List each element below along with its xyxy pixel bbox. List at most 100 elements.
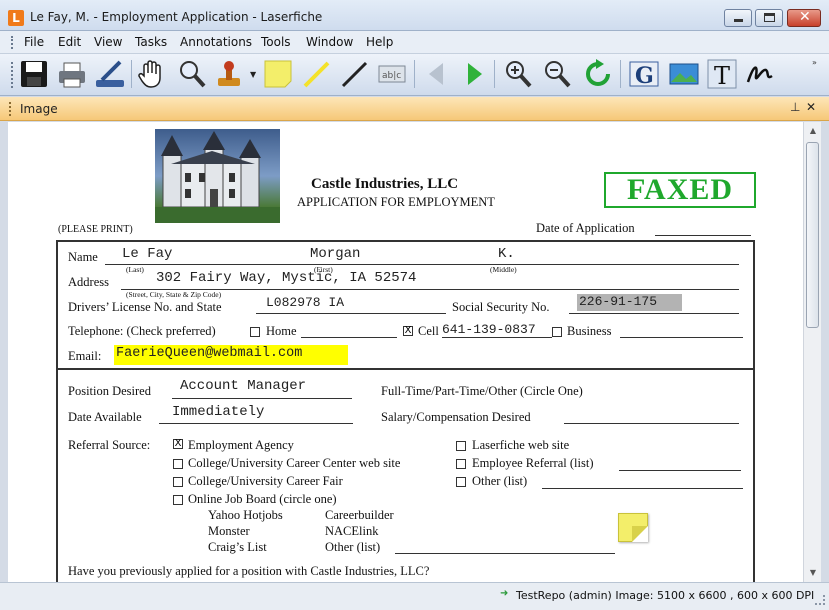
image-panel-header: Image ⊥ ✕ <box>0 97 829 121</box>
vertical-scrollbar[interactable]: ▲ ▼ <box>803 122 821 582</box>
minimize-button[interactable] <box>724 9 752 27</box>
employee-referral-line <box>619 470 741 471</box>
license-value: L082978 IA <box>266 295 345 310</box>
signature-icon <box>746 66 773 83</box>
panel-close-icon[interactable]: ✕ <box>806 100 816 114</box>
chevron-down-icon[interactable]: ▼ <box>250 70 256 79</box>
board-other-line <box>395 553 615 554</box>
sticky-note-annotation[interactable] <box>618 513 648 542</box>
toolbar: ▼ ab|c G T » <box>0 54 829 96</box>
image-view-button[interactable] <box>668 58 700 90</box>
other-referral-checkbox[interactable] <box>456 477 466 487</box>
faxed-stamp: FAXED <box>604 172 756 208</box>
title-bar: L Le Fay, M. - Employment Application - … <box>0 0 829 31</box>
board-nacelink: NACElink <box>325 524 379 538</box>
referral-source-label: Referral Source: <box>68 438 151 452</box>
sticky-note-fold-icon <box>632 526 648 542</box>
pen-button[interactable] <box>338 58 370 90</box>
document-viewport[interactable]: Castle Industries, LLC APPLICATION FOR E… <box>8 122 803 582</box>
zoom-area-button[interactable] <box>176 58 208 90</box>
scroll-down-icon[interactable]: ▼ <box>804 565 822 581</box>
toolbar-separator <box>494 60 495 88</box>
company-name: Castle Industries, LLC <box>311 176 459 192</box>
business-phone-checkbox[interactable] <box>552 327 562 337</box>
rotate-button[interactable] <box>582 58 614 90</box>
previous-page-button[interactable] <box>421 58 453 90</box>
arrow-right-icon <box>468 63 482 85</box>
position-desired-value: Account Manager <box>180 378 307 394</box>
sticky-note-icon <box>264 60 292 88</box>
cell-phone-line <box>442 337 552 338</box>
printer-icon <box>59 62 85 88</box>
panel-grip-icon <box>9 102 11 116</box>
job-board-checkbox[interactable] <box>173 495 183 505</box>
hand-icon <box>138 60 161 88</box>
svg-text:G: G <box>635 63 654 89</box>
scan-button[interactable] <box>94 58 126 90</box>
resize-grip-icon[interactable] <box>815 595 825 605</box>
date-available-value: Immediately <box>172 404 265 420</box>
employee-referral-checkbox[interactable] <box>456 459 466 469</box>
menu-tools[interactable]: Tools <box>261 35 291 49</box>
highlighter-button[interactable] <box>300 58 332 90</box>
cell-phone-value: 641-139-0837 <box>442 322 536 337</box>
name-label: Name <box>68 250 98 264</box>
pin-icon[interactable]: ⊥ <box>790 100 800 114</box>
scrollbar-thumb[interactable] <box>806 142 819 328</box>
next-page-button[interactable] <box>458 58 490 90</box>
print-button[interactable] <box>56 58 88 90</box>
career-center-checkbox[interactable] <box>173 459 183 469</box>
text-t-icon: T <box>707 59 737 90</box>
maximize-button[interactable] <box>755 9 783 27</box>
menu-annotations[interactable]: Annotations <box>180 35 252 49</box>
toolbar-grip-icon <box>11 62 13 88</box>
board-monster: Monster <box>208 524 250 538</box>
menu-window[interactable]: Window <box>306 35 353 49</box>
career-fair-checkbox[interactable] <box>173 477 183 487</box>
ocr-button[interactable]: G <box>628 58 660 90</box>
ssn-line <box>569 313 739 314</box>
zoom-out-button[interactable] <box>541 58 573 90</box>
menu-bar: File Edit View Tasks Annotations Tools W… <box>0 31 829 54</box>
name-middle-caption: (Middle) <box>490 265 517 274</box>
salary-line <box>564 423 739 424</box>
ssn-label: Social Security No. <box>452 300 550 314</box>
board-craigslist: Craig’s List <box>208 540 267 554</box>
zoom-in-button[interactable] <box>502 58 534 90</box>
other-referral-line <box>542 488 743 489</box>
close-button[interactable]: ✕ <box>787 9 821 27</box>
job-board-label: Online Job Board (circle one) <box>188 492 337 506</box>
cell-phone-checkbox-checked[interactable]: X <box>403 326 413 336</box>
menu-view[interactable]: View <box>94 35 122 49</box>
menu-file[interactable]: File <box>24 35 44 49</box>
laserfiche-logo-icon: L <box>8 10 24 26</box>
date-of-application-line <box>655 235 751 236</box>
toolbar-separator <box>414 60 415 88</box>
sticky-note-button[interactable] <box>262 58 294 90</box>
text-view-button[interactable]: T <box>706 58 738 90</box>
address-caption: (Street, City, State & Zip Code) <box>126 290 222 299</box>
save-button[interactable] <box>18 58 50 90</box>
laserfiche-site-checkbox[interactable] <box>456 441 466 451</box>
menu-grip-icon <box>11 36 13 49</box>
name-line <box>105 264 739 265</box>
text-box-button[interactable]: ab|c <box>376 58 408 90</box>
magnifier-icon <box>180 61 206 88</box>
menu-tasks[interactable]: Tasks <box>135 35 167 49</box>
board-other: Other (list) <box>325 540 381 554</box>
status-bar: ➜ TestRepo (admin) Image: 5100 x 6600 , … <box>0 582 829 610</box>
menu-edit[interactable]: Edit <box>58 35 81 49</box>
toolbar-overflow-icon[interactable]: » <box>812 58 817 67</box>
business-phone-line <box>620 337 743 338</box>
menu-help[interactable]: Help <box>366 35 393 49</box>
employment-agency-checkbox-checked[interactable]: X <box>173 439 183 449</box>
laserfiche-site-label: Laserfiche web site <box>472 438 570 452</box>
pan-tool-button[interactable] <box>136 58 168 90</box>
scroll-up-icon[interactable]: ▲ <box>804 123 822 139</box>
home-phone-label: Home <box>266 324 297 338</box>
signature-button[interactable] <box>744 58 776 90</box>
minimize-icon <box>734 19 743 22</box>
toolbar-separator <box>620 60 621 88</box>
home-phone-checkbox[interactable] <box>250 327 260 337</box>
stamp-tool-button[interactable] <box>214 58 246 90</box>
